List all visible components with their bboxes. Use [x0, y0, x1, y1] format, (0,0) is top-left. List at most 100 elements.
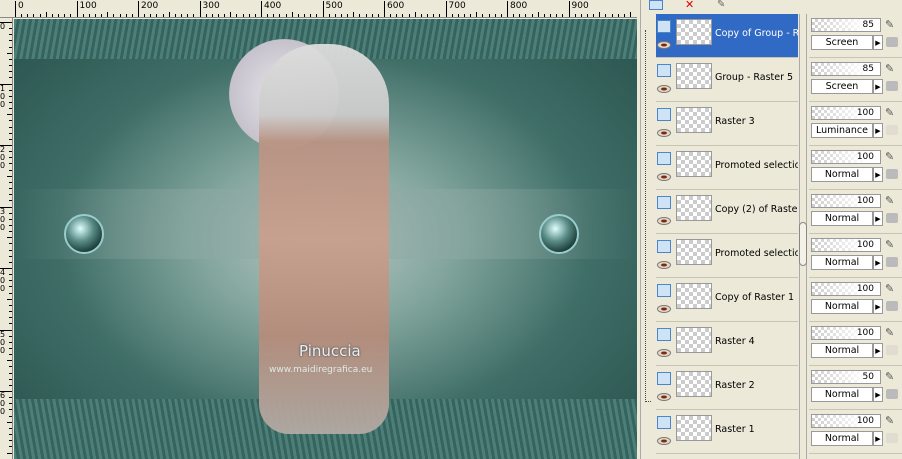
blend-mode-select[interactable]: Normal	[811, 387, 873, 402]
ruler-tick	[224, 14, 226, 17]
delete-layer-icon[interactable]: ✕	[685, 0, 699, 10]
blend-mode-select[interactable]: Normal	[811, 431, 873, 446]
blend-mode-arrow-icon[interactable]: ▶	[873, 431, 883, 446]
blend-mode-select[interactable]: Screen	[811, 35, 873, 50]
blend-mode-arrow-icon[interactable]: ▶	[873, 167, 883, 182]
blend-mode-select[interactable]: Normal	[811, 299, 873, 314]
image-canvas[interactable]: Pinuccia www.maidiregrafica.eu	[14, 19, 637, 459]
blend-mode-select[interactable]: Normal	[811, 211, 873, 226]
blend-mode-arrow-icon[interactable]: ▶	[873, 35, 883, 50]
layer-mask-icon[interactable]	[886, 389, 898, 399]
layer-row[interactable]: Promoted selection	[656, 146, 798, 190]
ruler-tick	[9, 427, 12, 429]
ruler-tick	[9, 304, 12, 306]
ruler-tick	[9, 397, 12, 399]
layer-row[interactable]: Raster 2	[656, 366, 798, 410]
blend-mode-arrow-icon[interactable]: ▶	[873, 79, 883, 94]
layer-mask-icon[interactable]	[886, 257, 898, 267]
ruler-tick	[174, 14, 176, 17]
blend-mode-select[interactable]: Normal	[811, 167, 873, 182]
layer-row[interactable]: Promoted selection	[656, 234, 798, 278]
ruler-label: 600	[0, 391, 8, 416]
opacity-slider[interactable]: 100	[811, 150, 881, 164]
opacity-slider[interactable]: 50	[811, 370, 881, 384]
ruler-tick	[230, 12, 232, 17]
layer-mask-icon[interactable]	[886, 301, 898, 311]
lock-transparency-brush-icon[interactable]: ✎	[885, 414, 894, 427]
opacity-slider[interactable]: 100	[811, 194, 881, 208]
ruler-tick	[304, 14, 306, 17]
layer-mask-icon[interactable]	[886, 37, 898, 47]
lock-transparency-brush-icon[interactable]: ✎	[885, 370, 894, 383]
layer-row[interactable]: Group - Raster 5	[656, 58, 798, 102]
lock-transparency-brush-icon[interactable]: ✎	[885, 194, 894, 207]
blend-mode-arrow-icon[interactable]: ▶	[873, 255, 883, 270]
opacity-slider[interactable]: 100	[811, 282, 881, 296]
splitter-grip[interactable]	[799, 222, 807, 266]
visibility-eye-icon[interactable]	[657, 305, 671, 313]
ruler-tick	[599, 12, 601, 17]
layer-mask-icon[interactable]	[886, 81, 898, 91]
lock-transparency-brush-icon[interactable]: ✎	[885, 18, 894, 31]
opacity-slider[interactable]: 100	[811, 414, 881, 428]
visibility-eye-icon[interactable]	[657, 393, 671, 401]
layer-mask-icon[interactable]	[886, 125, 898, 135]
opacity-slider[interactable]: 100	[811, 106, 881, 120]
layer-row[interactable]: Raster 4	[656, 322, 798, 366]
lock-transparency-brush-icon[interactable]: ✎	[885, 150, 894, 163]
layer-row[interactable]: Raster 3	[656, 102, 798, 146]
blend-mode-select[interactable]: Screen	[811, 79, 873, 94]
visibility-eye-icon[interactable]	[657, 41, 671, 49]
lock-transparency-brush-icon[interactable]: ✎	[885, 238, 894, 251]
edit-layer-icon[interactable]: ✎	[717, 0, 731, 10]
blend-mode-arrow-icon[interactable]: ▶	[873, 299, 883, 314]
layer-name: Promoted selection	[715, 160, 798, 171]
blend-mode-select[interactable]: Luminance	[811, 123, 873, 138]
layer-row[interactable]: Copy of Group - Raster 5	[656, 14, 798, 58]
layer-row[interactable]: Raster 1	[656, 410, 798, 454]
ruler-tick	[297, 14, 299, 17]
ruler-tick	[9, 188, 12, 190]
ruler-tick	[58, 14, 60, 17]
blend-mode-arrow-icon[interactable]: ▶	[873, 343, 883, 358]
layer-name: Raster 4	[715, 336, 755, 347]
layer-name: Copy of Group - Raster 5	[715, 28, 798, 39]
layer-mask-icon[interactable]	[886, 213, 898, 223]
visibility-eye-icon[interactable]	[657, 261, 671, 269]
ruler-tick	[414, 12, 416, 17]
opacity-slider[interactable]: 85	[811, 62, 881, 76]
visibility-eye-icon[interactable]	[657, 349, 671, 357]
lock-transparency-brush-icon[interactable]: ✎	[885, 326, 894, 339]
ruler-tick	[107, 12, 109, 17]
blend-mode-arrow-icon[interactable]: ▶	[873, 387, 883, 402]
ruler-label: 0	[15, 1, 24, 17]
opacity-slider[interactable]: 85	[811, 18, 881, 32]
lock-transparency-brush-icon[interactable]: ✎	[885, 62, 894, 75]
blend-mode-select[interactable]: Normal	[811, 343, 873, 358]
blend-mode-arrow-icon[interactable]: ▶	[873, 123, 883, 138]
visibility-eye-icon[interactable]	[657, 129, 671, 137]
ruler-label: 300	[0, 206, 8, 232]
visibility-eye-icon[interactable]	[657, 85, 671, 93]
opacity-slider[interactable]: 100	[811, 326, 881, 340]
new-layer-icon[interactable]	[649, 0, 663, 10]
ruler-tick	[9, 108, 12, 110]
ruler-tick	[9, 200, 12, 202]
layer-mask-icon[interactable]	[886, 345, 898, 355]
visibility-eye-icon[interactable]	[657, 173, 671, 181]
ruler-tick	[7, 237, 12, 239]
blend-mode-arrow-icon[interactable]: ▶	[873, 211, 883, 226]
visibility-eye-icon[interactable]	[657, 217, 671, 225]
lock-transparency-brush-icon[interactable]: ✎	[885, 106, 894, 119]
blend-mode-select[interactable]: Normal	[811, 255, 873, 270]
layer-row[interactable]: Copy (2) of Raster 1	[656, 190, 798, 234]
lock-transparency-brush-icon[interactable]: ✎	[885, 282, 894, 295]
layer-row[interactable]: Copy of Raster 1	[656, 278, 798, 322]
layer-mask-icon[interactable]	[886, 433, 898, 443]
layer-mask-icon[interactable]	[886, 169, 898, 179]
visibility-eye-icon[interactable]	[657, 437, 671, 445]
ruler-tick	[51, 14, 53, 17]
opacity-slider[interactable]: 100	[811, 238, 881, 252]
layer-properties: 85 Screen ▶ ✎	[809, 58, 902, 102]
ruler-label: 600	[384, 1, 404, 17]
